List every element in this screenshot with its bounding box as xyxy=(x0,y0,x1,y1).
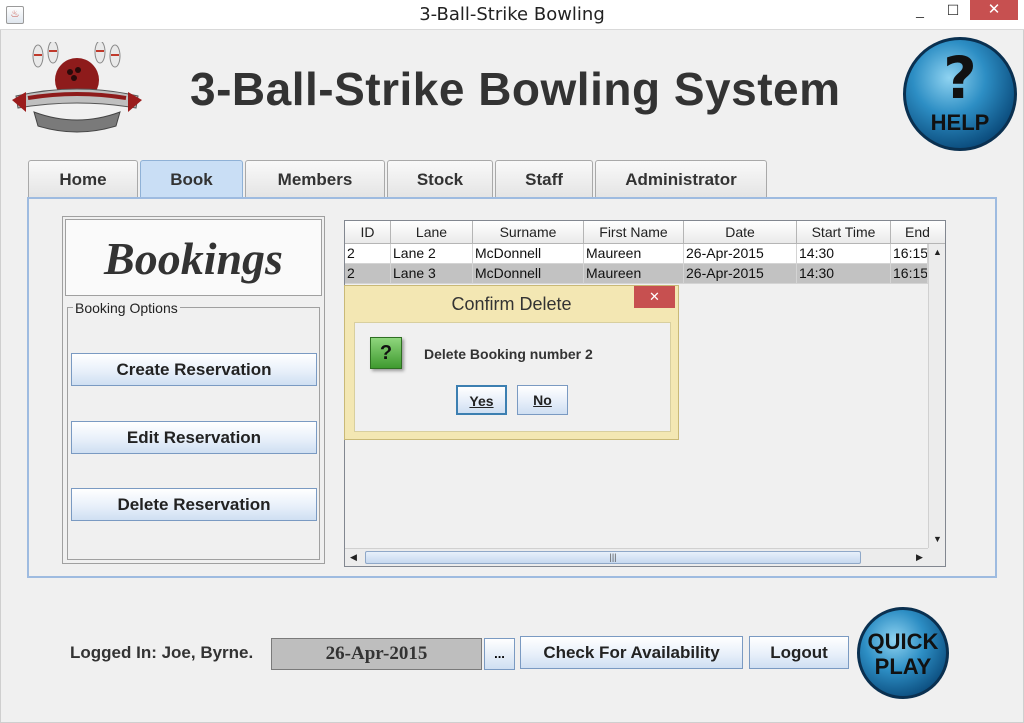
dialog-title: Confirm Delete xyxy=(451,294,572,314)
dialog-body: ? Delete Booking number 2 Yes No xyxy=(354,322,671,432)
dialog-message: Delete Booking number 2 xyxy=(424,346,593,362)
bowling-logo xyxy=(12,42,142,133)
cell-lane: Lane 2 xyxy=(391,244,473,264)
cell-id: 2 xyxy=(345,244,391,264)
no-button[interactable]: No xyxy=(517,385,568,415)
help-label: HELP xyxy=(930,110,990,135)
column-header-end[interactable]: End xyxy=(891,221,945,244)
scroll-up-icon[interactable]: ▲ xyxy=(929,244,945,261)
cell-lane: Lane 3 xyxy=(391,264,473,284)
bookings-heading: Bookings xyxy=(65,219,322,296)
column-header-id[interactable]: ID xyxy=(345,221,391,244)
column-header-lane[interactable]: Lane xyxy=(391,221,473,244)
cell-start-time: 14:30 xyxy=(797,244,891,264)
tab-members[interactable]: Members xyxy=(245,160,385,198)
confirm-delete-dialog: Confirm Delete ✕ ? Delete Booking number… xyxy=(344,285,679,440)
minimize-button[interactable]: _ xyxy=(905,0,935,20)
cell-start-time: 14:30 xyxy=(797,264,891,284)
logout-button[interactable]: Logout xyxy=(749,636,849,669)
create-reservation-button[interactable]: Create Reservation xyxy=(71,353,317,386)
cell-surname: McDonnell xyxy=(473,264,584,284)
dialog-close-button[interactable]: ✕ xyxy=(634,286,675,308)
help-button[interactable]: ? HELP xyxy=(903,37,1017,151)
yes-button[interactable]: Yes xyxy=(456,385,507,415)
column-header-surname[interactable]: Surname xyxy=(473,221,584,244)
maximize-button[interactable]: ☐ xyxy=(938,0,968,20)
scrollbar-thumb[interactable]: ||| xyxy=(365,551,861,564)
cell-id: 2 xyxy=(345,264,391,284)
cell-date: 26-Apr-2015 xyxy=(684,244,797,264)
vertical-scrollbar[interactable]: ▲ ▼ xyxy=(928,244,945,548)
edit-reservation-button[interactable]: Edit Reservation xyxy=(71,421,317,454)
delete-reservation-button[interactable]: Delete Reservation xyxy=(71,488,317,521)
table-row[interactable]: 2 Lane 2 McDonnell Maureen 26-Apr-2015 1… xyxy=(345,244,928,264)
column-header-first-name[interactable]: First Name xyxy=(584,221,684,244)
window-title-bar: ♨ 3-Ball-Strike Bowling _ ☐ ✕ xyxy=(0,0,1024,30)
close-window-button[interactable]: ✕ xyxy=(970,0,1018,20)
quick-play-label-line2: PLAY xyxy=(874,654,932,679)
cell-surname: McDonnell xyxy=(473,244,584,264)
tab-stock[interactable]: Stock xyxy=(387,160,493,198)
horizontal-scrollbar[interactable]: ◀ ||| ▶ xyxy=(345,548,928,566)
quick-play-button[interactable]: QUICK PLAY xyxy=(857,607,949,699)
app-title: 3-Ball-Strike Bowling System xyxy=(190,63,841,115)
window-title: 3-Ball-Strike Bowling xyxy=(419,4,605,25)
tab-staff[interactable]: Staff xyxy=(495,160,593,198)
cell-first-name: Maureen xyxy=(584,264,684,284)
tab-home[interactable]: Home xyxy=(28,160,138,198)
column-header-date[interactable]: Date xyxy=(684,221,797,244)
date-picker-button[interactable]: ... xyxy=(484,638,515,670)
tab-book[interactable]: Book xyxy=(140,160,243,198)
quick-play-label-line1: QUICK xyxy=(867,629,939,654)
cell-end-time: 16:15 xyxy=(891,244,928,264)
scroll-left-icon[interactable]: ◀ xyxy=(345,549,362,566)
scroll-down-icon[interactable]: ▼ xyxy=(929,531,945,548)
logged-in-label: Logged In: Joe, Byrne. xyxy=(70,643,254,662)
column-header-start-time[interactable]: Start Time xyxy=(797,221,891,244)
date-field[interactable]: 26-Apr-2015 xyxy=(271,638,482,670)
scroll-right-icon[interactable]: ▶ xyxy=(911,549,928,566)
question-icon: ? xyxy=(370,337,402,369)
cell-date: 26-Apr-2015 xyxy=(684,264,797,284)
table-row-selected[interactable]: 2 Lane 3 McDonnell Maureen 26-Apr-2015 1… xyxy=(345,264,928,284)
booking-options-label: Booking Options xyxy=(73,300,180,316)
cell-end-time: 16:15 xyxy=(891,264,928,284)
scrollbar-corner xyxy=(928,548,945,566)
question-mark-icon: ? xyxy=(943,44,977,112)
check-availability-button[interactable]: Check For Availability xyxy=(520,636,743,669)
tab-administrator[interactable]: Administrator xyxy=(595,160,767,198)
cell-first-name: Maureen xyxy=(584,244,684,264)
